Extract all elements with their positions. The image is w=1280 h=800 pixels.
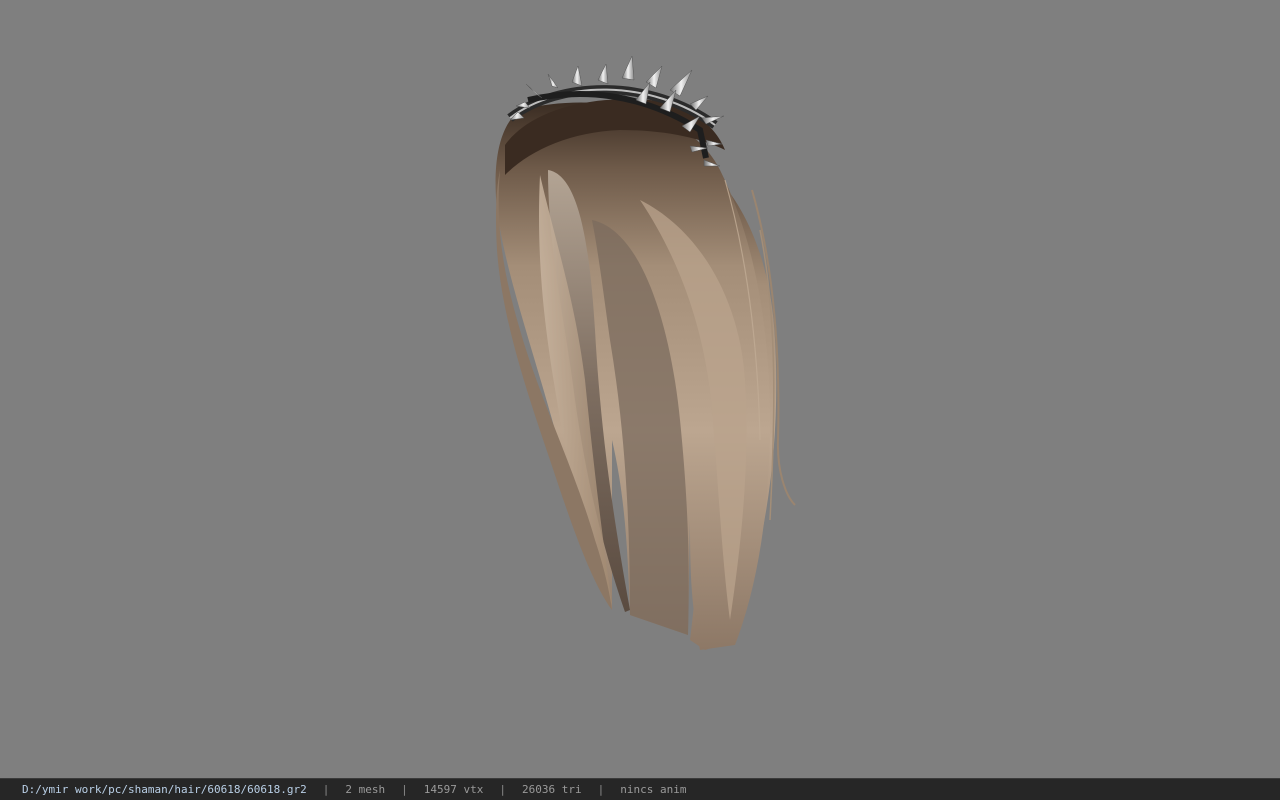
status-bar: D:/ymir work/pc/shaman/hair/60618/60618.… [0,778,1280,800]
hair-model [495,55,796,650]
3d-viewport[interactable] [0,0,1280,778]
vertex-count: 14597 vtx [423,783,484,796]
anim-status: nincs anim [620,783,687,796]
separator: | [597,783,605,796]
mesh-count: 2 mesh [345,783,386,796]
separator: | [401,783,408,796]
separator: | [322,783,330,796]
triangle-count: 26036 tri [522,783,582,796]
file-path: D:/ymir work/pc/shaman/hair/60618/60618.… [22,783,307,796]
separator: | [499,783,507,796]
